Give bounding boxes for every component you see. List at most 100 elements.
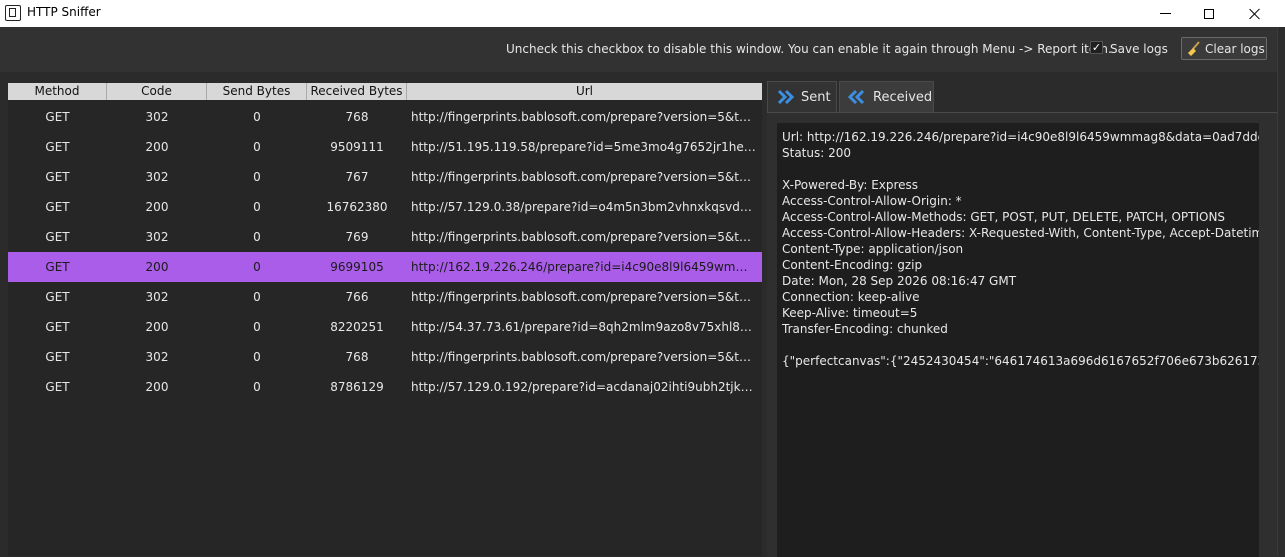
cell-url: http://54.37.73.61/prepare?id=8qh2mlm9az… [411,320,758,334]
cell-url: http://162.19.226.246/prepare?id=i4c90e8… [411,260,758,274]
response-text[interactable]: Url: http://162.19.226.246/prepare?id=i4… [777,123,1259,557]
cell-code: 302 [145,170,169,184]
cell-method: GET [45,290,70,304]
cell-send-bytes: 0 [253,230,261,244]
table-row[interactable]: GET 302 0 768 http://fingerprints.bablosoft.… [8,342,762,372]
tab-sent-label: Sent [801,90,831,105]
response-line: Access-Control-Allow-Headers: X-Requeste… [782,226,1259,240]
response-line: Access-Control-Allow-Methods: GET, POST,… [782,210,1226,224]
window-title: HTTP Sniffer [27,5,101,19]
cell-code: 302 [145,350,169,364]
cell-received-bytes: 768 [345,110,369,124]
cell-url: http://fingerprints.bablosoft.com/prepar… [411,170,758,184]
clear-logs-label: Clear logs [1205,42,1265,56]
cell-method: GET [45,200,70,214]
cell-url: http://fingerprints.bablosoft.com/prepar… [411,110,758,124]
cell-code: 302 [145,230,169,244]
table-row[interactable]: GET 200 0 8786129 http://57.129.0.192/prepar… [8,372,762,402]
cell-received-bytes: 8220251 [330,320,384,334]
response-line: {"perfectcanvas":{"2452430454":"64617461… [782,354,1259,368]
maximize-icon [1204,8,1214,19]
response-line: Content-Type: application/json [782,242,964,256]
minimize-icon [1159,13,1171,14]
table-row[interactable]: GET 200 0 9509111 http://51.195.119.58/prepa… [8,132,762,162]
response-line: Content-Encoding: gzip [782,258,923,272]
table-row[interactable]: GET 200 0 8220251 http://54.37.73.61/prepare… [8,312,762,342]
cell-received-bytes: 766 [345,290,369,304]
cell-method: GET [45,170,70,184]
app-icon [5,5,21,21]
table-row[interactable]: GET 302 0 769 http://fingerprints.bablosoft.… [8,222,762,252]
cell-send-bytes: 0 [253,290,261,304]
cell-send-bytes: 0 [253,260,261,274]
cell-received-bytes: 9509111 [330,140,384,154]
cell-method: GET [45,230,70,244]
requests-table: Method Code Send Bytes Received Bytes Ur… [8,83,762,556]
maximize-button[interactable] [1186,0,1232,27]
column-code[interactable]: Code [107,83,207,100]
cell-url: http://51.195.119.58/prepare?id=5me3mo4g… [411,140,758,154]
response-line: Connection: keep-alive [782,290,920,304]
cell-method: GET [45,320,70,334]
checkmark-icon: ✓ [1091,41,1102,54]
table-row[interactable]: GET 302 0 767 http://fingerprints.bablosoft.… [8,162,762,192]
cell-code: 200 [145,380,169,394]
tab-sent[interactable]: Sent [767,81,837,112]
received-panel: Url: http://162.19.226.246/prepare?id=i4… [767,112,1285,557]
cell-send-bytes: 0 [253,140,261,154]
table-row[interactable]: GET 302 0 766 http://fingerprints.bablosoft.… [8,282,762,312]
cell-received-bytes: 9699105 [330,260,384,274]
cell-method: GET [45,140,70,154]
tab-received[interactable]: Received [839,81,934,112]
column-url[interactable]: Url [407,83,762,100]
toolbar: Uncheck this checkbox to disable this wi… [0,27,1285,72]
cell-code: 302 [145,110,169,124]
save-logs-checkbox[interactable]: ✓ [1090,41,1103,54]
cell-send-bytes: 0 [253,350,261,364]
response-line: Date: Mon, 28 Sep 2026 08:16:47 GMT [782,274,1017,288]
cell-send-bytes: 0 [253,320,261,334]
response-line: Keep-Alive: timeout=5 [782,306,918,320]
title-bar: HTTP Sniffer [0,0,1285,27]
cell-send-bytes: 0 [253,110,261,124]
clear-logs-button[interactable]: Clear logs [1181,37,1267,60]
cell-send-bytes: 0 [253,170,261,184]
cell-code: 200 [145,200,169,214]
column-method[interactable]: Method [8,83,107,100]
column-send-bytes[interactable]: Send Bytes [207,83,307,100]
cell-url: http://fingerprints.bablosoft.com/prepar… [411,290,758,304]
table-row[interactable]: GET 302 0 768 http://fingerprints.bablosoft.… [8,102,762,132]
cell-method: GET [45,110,70,124]
response-line: Access-Control-Allow-Origin: * [782,194,962,208]
cell-url: http://57.129.0.38/prepare?id=o4m5n3bm2v… [411,200,758,214]
cell-code: 302 [145,290,169,304]
table-row[interactable]: GET 200 0 9699105 http://162.19.226.246/prep… [8,252,762,282]
cell-url: http://fingerprints.bablosoft.com/prepar… [411,350,758,364]
cell-code: 200 [145,260,169,274]
save-logs-label[interactable]: Save logs [1110,42,1168,56]
disable-notice: Uncheck this checkbox to disable this wi… [506,42,1112,56]
cell-url: http://57.129.0.192/prepare?id=acdanaj02… [411,380,758,394]
close-button[interactable] [1232,0,1278,27]
double-chevron-right-icon [777,89,795,105]
column-received-bytes[interactable]: Received Bytes [307,83,407,100]
double-chevron-left-icon [848,89,865,105]
tab-received-label: Received [873,90,933,105]
table-row[interactable]: GET 200 0 16762380 http://57.129.0.38/prepar… [8,192,762,222]
cell-received-bytes: 767 [345,170,369,184]
broom-icon [1188,41,1200,56]
cell-code: 200 [145,140,169,154]
cell-received-bytes: 768 [345,350,369,364]
cell-method: GET [45,350,70,364]
cell-send-bytes: 0 [253,380,261,394]
cell-method: GET [45,260,70,274]
window-edge [1277,27,1285,556]
minimize-button[interactable] [1142,0,1188,27]
response-line: Url: http://162.19.226.246/prepare?id=i4… [782,130,1259,144]
table-header: Method Code Send Bytes Received Bytes Ur… [8,83,762,100]
cell-send-bytes: 0 [253,200,261,214]
cell-method: GET [45,380,70,394]
cell-received-bytes: 16762380 [326,200,388,214]
cell-url: http://fingerprints.bablosoft.com/prepar… [411,230,758,244]
cell-received-bytes: 769 [345,230,369,244]
